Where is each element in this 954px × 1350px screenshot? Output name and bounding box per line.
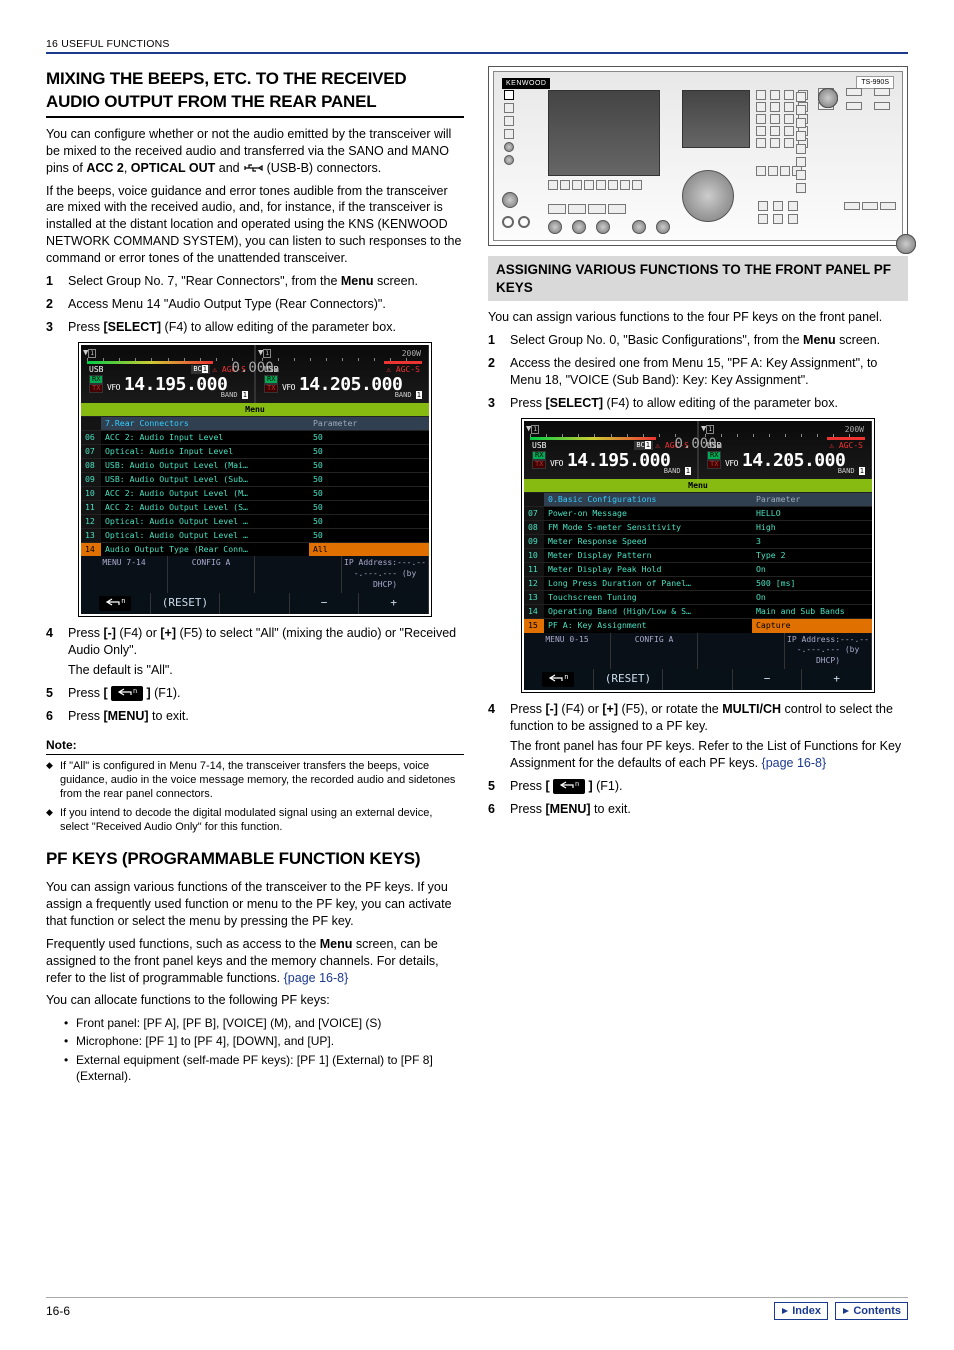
subsection-assigning-pf: ASSIGNING VARIOUS FUNCTIONS TO THE FRONT… (488, 256, 908, 301)
header-rule (46, 52, 908, 54)
steps-list-2: 4Press [-] (F4) or [+] (F5) to select "A… (46, 625, 464, 724)
section-line1: MIXING THE BEEPS, ETC. TO THE RECEIVED (46, 69, 406, 88)
brand-label: KENWOOD (502, 78, 550, 89)
right-steps-1: 1Select Group No. 0, "Basic Configuratio… (488, 332, 908, 412)
play-icon (781, 1307, 789, 1315)
right-steps-2: 4Press [-] (F4) or [+] (F5), or rotate t… (488, 701, 908, 817)
intro-para-2: If the beeps, voice guidance and error t… (46, 183, 464, 267)
main-screen (548, 90, 660, 176)
vol-knob (502, 192, 518, 208)
step-body: Press [MENU] to exit. (510, 801, 908, 818)
step-body: Press [SELECT] (F4) to allow editing of … (510, 395, 908, 412)
pf-bullet-list: Front panel: [PF A], [PF B], [VOICE] (M)… (64, 1015, 464, 1084)
step-body: Access the desired one from Menu 15, "PF… (510, 355, 908, 389)
step-body: Select Group No. 7, "Rear Connectors", f… (68, 273, 464, 290)
step-number: 1 (46, 273, 68, 290)
right-column: KENWOOD TS-990S (488, 62, 908, 1086)
step-body: Select Group No. 0, "Basic Configuration… (510, 332, 908, 349)
index-button[interactable]: Index (774, 1302, 828, 1320)
play-icon (842, 1307, 850, 1315)
step-number: 4 (488, 701, 510, 772)
page-link[interactable]: {page 16-8} (762, 756, 827, 770)
menu-back-icon: n (111, 686, 143, 702)
step-number: 1 (488, 332, 510, 349)
step-body: Press [SELECT] (F4) to allow editing of … (68, 319, 464, 336)
headphone-jacks (502, 216, 530, 228)
left-column: MIXING THE BEEPS, ETC. TO THE RECEIVED A… (46, 62, 464, 1086)
step-body: Press [MENU] to exit. (68, 708, 464, 725)
note-item: If "All" is configured in Menu 7-14, the… (46, 759, 464, 802)
step-number: 2 (46, 296, 68, 313)
bullet-item: Front panel: [PF A], [PF B], [VOICE] (M)… (64, 1015, 464, 1031)
note-item: If you intend to decode the digital modu… (46, 806, 464, 835)
left-button-stack (504, 90, 514, 168)
running-header: 16 USEFUL FUNCTIONS (46, 38, 908, 50)
usb-connector-icon (243, 163, 263, 173)
transceiver-figure: KENWOOD TS-990S (488, 66, 908, 246)
section-mixing-beeps: MIXING THE BEEPS, ETC. TO THE RECEIVED A… (46, 68, 464, 118)
step-body: Press [-] (F4) or [+] (F5), or rotate th… (510, 701, 908, 772)
step-body: Press [ n ] (F1). (68, 685, 464, 702)
page-number: 16-6 (46, 1304, 70, 1318)
menu-back-icon: n (542, 672, 574, 688)
step-number: 3 (46, 319, 68, 336)
menu-screenshot-rear-connectors: ▼1USBBC1⚠ AGC-SRXTXVFO14.195.000BAND 1▼1… (78, 342, 432, 618)
step-body: Access Menu 14 "Audio Output Type (Rear … (68, 296, 464, 313)
step-number: 6 (488, 801, 510, 818)
menu-screenshot-basic-config: ▼1USBBC1⚠ AGC-SRXTXVFO14.195.000BAND 1▼1… (521, 418, 875, 694)
step-number: 5 (488, 778, 510, 795)
sub-screen (682, 90, 750, 148)
bottom-btn-row1 (548, 204, 626, 214)
menu-back-icon: n (553, 779, 585, 795)
section-line2: AUDIO OUTPUT FROM THE REAR PANEL (46, 92, 376, 111)
step-number: 6 (46, 708, 68, 725)
step-number: 2 (488, 355, 510, 389)
menu-back-icon: n (99, 596, 131, 612)
step-number: 3 (488, 395, 510, 412)
step-number: 5 (46, 685, 68, 702)
bullet-item: External equipment (self-made PF keys): … (64, 1052, 464, 1084)
main-tuning-knob (682, 170, 734, 222)
section-pf-keys: PF KEYS (PROGRAMMABLE FUNCTION KEYS) (46, 848, 464, 871)
note-heading: Note: (46, 737, 464, 755)
intro-para-1: You can configure whether or not the aud… (46, 126, 464, 177)
softkey-row (548, 180, 642, 190)
pf-para-3: You can allocate functions to the follow… (46, 992, 464, 1009)
step-body: Press [ n ] (F1). (510, 778, 908, 795)
pf-para-1: You can assign various functions of the … (46, 879, 464, 930)
step-body: Press [-] (F4) or [+] (F5) to select "Al… (68, 625, 464, 679)
page-link-16-8[interactable]: {page 16-8} (284, 971, 349, 985)
pf-para-2: Frequently used functions, such as acces… (46, 936, 464, 987)
steps-list-1: 1Select Group No. 7, "Rear Connectors", … (46, 273, 464, 336)
right-intro: You can assign various functions to the … (488, 309, 908, 326)
step-number: 4 (46, 625, 68, 679)
contents-button[interactable]: Contents (835, 1302, 908, 1320)
bullet-item: Microphone: [PF 1] to [PF 4], [DOWN], an… (64, 1033, 464, 1049)
right-knob-cluster (818, 88, 896, 110)
page-footer: 16-6 Index Contents (46, 1297, 908, 1320)
note-list: If "All" is configured in Menu 7-14, the… (46, 759, 464, 834)
